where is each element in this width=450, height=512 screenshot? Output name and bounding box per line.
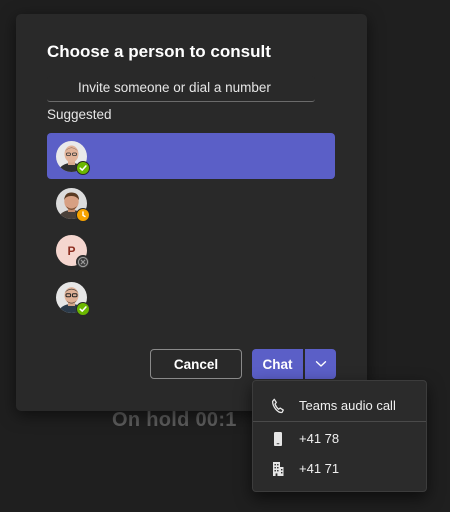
menu-divider xyxy=(253,421,426,422)
suggested-person-3[interactable]: P xyxy=(47,227,335,273)
suggested-person-1[interactable] xyxy=(47,133,335,179)
call-options-menu: Teams audio call +41 78 +41 71 xyxy=(252,380,427,492)
avatar-initial: P xyxy=(67,243,76,258)
office-phone-icon xyxy=(271,461,285,477)
phone-icon xyxy=(271,398,285,414)
available-status-icon xyxy=(76,302,90,316)
cancel-button[interactable]: Cancel xyxy=(150,349,242,379)
offline-status-icon xyxy=(76,255,90,269)
menu-item-label: Teams audio call xyxy=(299,398,396,413)
consult-dialog: Choose a person to consult Invite someon… xyxy=(16,14,367,411)
call-options-button[interactable] xyxy=(305,349,336,379)
chat-button[interactable]: Chat xyxy=(252,349,303,379)
away-status-icon xyxy=(76,208,90,222)
mobile-phone-icon xyxy=(271,431,285,447)
on-hold-status: On hold 00:1 xyxy=(112,409,237,431)
menu-item-teams-audio-call[interactable]: Teams audio call xyxy=(253,391,426,421)
available-status-icon xyxy=(76,161,90,175)
suggested-label: Suggested xyxy=(47,107,112,122)
search-placeholder: Invite someone or dial a number xyxy=(78,80,271,95)
menu-item-label: +41 78 xyxy=(299,431,340,446)
menu-item-mobile-number[interactable]: +41 78 xyxy=(253,424,426,454)
suggested-person-4[interactable] xyxy=(47,274,335,320)
search-input[interactable]: Invite someone or dial a number xyxy=(47,76,315,102)
dialog-title: Choose a person to consult xyxy=(47,42,271,61)
menu-item-office-number[interactable]: +41 71 xyxy=(253,454,426,484)
suggested-person-2[interactable] xyxy=(47,180,335,226)
chevron-down-icon xyxy=(315,355,327,373)
menu-item-label: +41 71 xyxy=(299,461,340,476)
